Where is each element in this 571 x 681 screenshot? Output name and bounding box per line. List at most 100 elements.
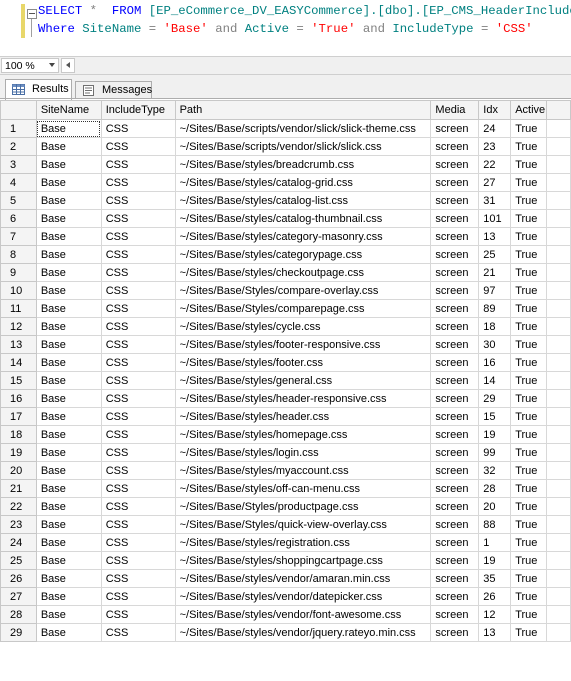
cell-idx[interactable]: 24 [478,119,512,138]
cell-sitename[interactable]: Base [35,587,102,606]
cell-sitename[interactable]: Base [35,515,102,534]
cell-media[interactable]: screen [430,263,480,282]
cell-sitename[interactable]: Base [35,281,102,300]
cell-includetype[interactable]: CSS [100,407,176,426]
cell-path[interactable]: ~/Sites/Base/styles/vendor/font-awesome.… [174,605,432,624]
cell-media[interactable]: screen [430,137,480,156]
table-row[interactable]: 5 Base CSS ~/Sites/Base/styles/catalog-list… [0,191,571,210]
cell-path[interactable]: ~/Sites/Base/styles/catalog-grid.css [174,173,432,192]
cell-idx[interactable]: 16 [478,353,512,372]
cell-includetype[interactable]: CSS [100,479,176,498]
cell-active[interactable]: True [510,137,548,156]
cell-path[interactable]: ~/Sites/Base/styles/category-masonry.css [174,227,432,246]
scroll-left-button[interactable] [61,58,75,73]
cell-path[interactable]: ~/Sites/Base/styles/checkoutpage.css [174,263,432,282]
cell-media[interactable]: screen [430,317,480,336]
cell-includetype[interactable]: CSS [100,569,176,588]
table-row[interactable]: 9 Base CSS ~/Sites/Base/styles/checkoutpage… [0,263,571,282]
cell-sitename[interactable]: Base [35,425,102,444]
cell-path[interactable]: ~/Sites/Base/scripts/vendor/slick/slick-… [174,119,432,138]
cell-path[interactable]: ~/Sites/Base/Styles/productpage.css [174,497,432,516]
row-number[interactable]: 8 [0,245,37,264]
cell-media[interactable]: screen [430,461,480,480]
cell-media[interactable]: screen [430,245,480,264]
table-row[interactable]: 23 Base CSS ~/Sites/Base/Styles/quick-view-… [0,515,571,534]
cell-active[interactable]: True [510,551,548,570]
cell-path[interactable]: ~/Sites/Base/styles/general.css [174,371,432,390]
table-row[interactable]: 28 Base CSS ~/Sites/Base/styles/vendor/font… [0,605,571,624]
cell-media[interactable]: screen [430,281,480,300]
cell-active[interactable]: True [510,623,548,642]
row-number[interactable]: 9 [0,263,37,282]
collapse-toggle[interactable] [27,9,37,19]
cell-active[interactable]: True [510,515,548,534]
row-number[interactable]: 28 [0,605,37,624]
cell-active[interactable]: True [510,533,548,552]
cell-media[interactable]: screen [430,353,480,372]
cell-sitename[interactable]: Base [35,155,102,174]
cell-media[interactable]: screen [430,479,480,498]
row-number[interactable]: 7 [0,227,37,246]
cell-includetype[interactable]: CSS [100,533,176,552]
cell-idx[interactable]: 89 [478,299,512,318]
cell-includetype[interactable]: CSS [100,245,176,264]
table-row[interactable]: 2 Base CSS ~/Sites/Base/scripts/vendor/slic… [0,137,571,156]
cell-path[interactable]: ~/Sites/Base/styles/footer-responsive.cs… [174,335,432,354]
cell-media[interactable]: screen [430,443,480,462]
zoom-select[interactable]: 100 % [1,58,59,73]
row-number[interactable]: 14 [0,353,37,372]
cell-idx[interactable]: 19 [478,425,512,444]
table-row[interactable]: 13 Base CSS ~/Sites/Base/styles/footer-resp… [0,335,571,354]
cell-active[interactable]: True [510,227,548,246]
cell-sitename[interactable]: Base [35,335,102,354]
cell-idx[interactable]: 19 [478,551,512,570]
row-number[interactable]: 11 [0,299,37,318]
cell-active[interactable]: True [510,209,548,228]
cell-active[interactable]: True [510,335,548,354]
cell-path[interactable]: ~/Sites/Base/styles/cycle.css [174,317,432,336]
cell-idx[interactable]: 13 [478,623,512,642]
results-grid[interactable]: SiteName IncludeType Path Media Idx Acti… [0,100,571,642]
table-row[interactable]: 17 Base CSS ~/Sites/Base/styles/header.css s… [0,407,571,426]
row-number[interactable]: 17 [0,407,37,426]
column-header-path[interactable]: Path [174,100,432,120]
cell-includetype[interactable]: CSS [100,353,176,372]
cell-includetype[interactable]: CSS [100,425,176,444]
table-row[interactable]: 22 Base CSS ~/Sites/Base/Styles/productpage… [0,497,571,516]
cell-sitename[interactable]: Base [35,533,102,552]
cell-idx[interactable]: 28 [478,479,512,498]
table-row[interactable]: 3 Base CSS ~/Sites/Base/styles/breadcrumb.c… [0,155,571,174]
row-number[interactable]: 4 [0,173,37,192]
table-row[interactable]: 1 Base CSS ~/Sites/Base/scripts/vendor/slic… [0,119,571,138]
tab-messages[interactable]: Messages [75,81,152,99]
cell-path[interactable]: ~/Sites/Base/styles/header.css [174,407,432,426]
table-row[interactable]: 25 Base CSS ~/Sites/Base/styles/shoppingcar… [0,551,571,570]
table-row[interactable]: 19 Base CSS ~/Sites/Base/styles/login.css sc… [0,443,571,462]
row-number[interactable]: 12 [0,317,37,336]
row-number[interactable]: 1 [0,119,37,138]
tab-results[interactable]: Results [5,79,72,100]
cell-media[interactable]: screen [430,515,480,534]
grid-corner[interactable] [0,100,37,120]
cell-sitename[interactable]: Base [35,137,102,156]
cell-sitename[interactable]: Base [35,551,102,570]
table-row[interactable]: 11 Base CSS ~/Sites/Base/Styles/comparepage… [0,299,571,318]
cell-idx[interactable]: 31 [478,191,512,210]
column-header-idx[interactable]: Idx [478,100,512,120]
row-number[interactable]: 29 [0,623,37,642]
cell-path[interactable]: ~/Sites/Base/Styles/comparepage.css [174,299,432,318]
cell-media[interactable]: screen [430,587,480,606]
cell-media[interactable]: screen [430,335,480,354]
cell-path[interactable]: ~/Sites/Base/styles/breadcrumb.css [174,155,432,174]
row-number[interactable]: 13 [0,335,37,354]
cell-media[interactable]: screen [430,227,480,246]
cell-path[interactable]: ~/Sites/Base/Styles/compare-overlay.css [174,281,432,300]
table-row[interactable]: 27 Base CSS ~/Sites/Base/styles/vendor/date… [0,587,571,606]
column-header-includetype[interactable]: IncludeType [100,100,176,120]
column-header-active[interactable]: Active [510,100,548,120]
cell-active[interactable]: True [510,299,548,318]
cell-idx[interactable]: 99 [478,443,512,462]
cell-active[interactable]: True [510,263,548,282]
row-number[interactable]: 10 [0,281,37,300]
cell-media[interactable]: screen [430,371,480,390]
